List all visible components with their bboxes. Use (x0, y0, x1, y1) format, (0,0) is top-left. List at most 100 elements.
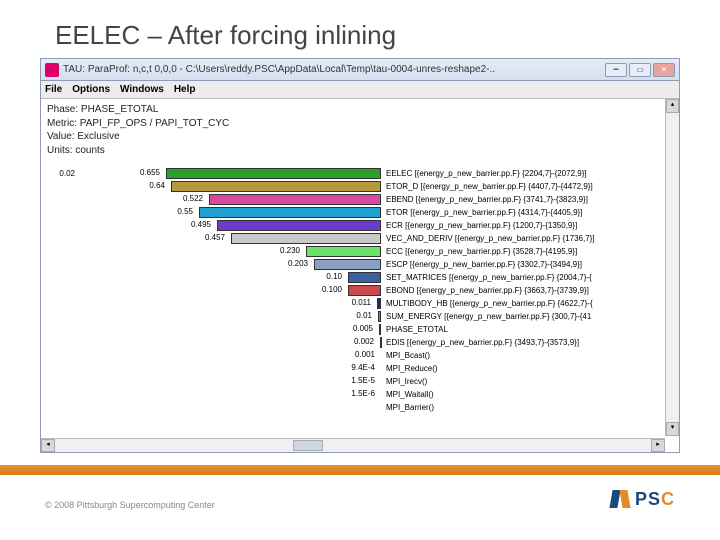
scroll-thumb[interactable] (293, 440, 323, 451)
metadata-block: Phase: PHASE_ETOTAL Metric: PAPI_FP_OPS … (41, 99, 679, 161)
bar-description: SET_MATRICES [{energy_p_new_barrier.pp.F… (386, 273, 675, 282)
profile-row[interactable]: MPI_Barrier() (41, 401, 679, 414)
footer-accent-bar (0, 465, 720, 475)
profile-row[interactable]: 9.4E-4 MPI_Reduce() (41, 362, 679, 375)
close-button[interactable]: ✕ (653, 63, 675, 77)
bar-description: EDIS [{energy_p_new_barrier.pp.F} {3493,… (386, 338, 675, 347)
bar-description: ETOR_D [{energy_p_new_barrier.pp.F} {440… (386, 182, 675, 191)
profile-bar[interactable] (348, 285, 381, 296)
meta-units: Units: counts (47, 144, 673, 158)
bar-value-label: 0.005 (335, 324, 373, 333)
menu-bar: File Options Windows Help (41, 81, 679, 99)
bar-description: ECR [{energy_p_new_barrier.pp.F} {1200,7… (386, 221, 675, 230)
profile-bar[interactable] (306, 246, 381, 257)
bar-value-label: 0.100 (304, 285, 342, 294)
bar-value-label: 1.5E-5 (337, 376, 375, 385)
bar-value-label: 0.655 (122, 168, 160, 177)
bar-value-label: 0.64 (127, 181, 165, 190)
profile-bar[interactable] (314, 259, 381, 270)
slide-title: EELEC – After forcing inlining (55, 20, 396, 51)
profile-row[interactable]: 0.203 ESCP [{energy_p_new_barrier.pp.F} {… (41, 258, 679, 271)
bar-value-label: 0.55 (155, 207, 193, 216)
app-icon (45, 63, 59, 77)
profile-bar[interactable] (199, 207, 381, 218)
profile-bar[interactable] (217, 220, 381, 231)
profile-bar[interactable] (171, 181, 381, 192)
profile-row[interactable]: 1.5E-5 MPI_Irecv() (41, 375, 679, 388)
profile-bar[interactable] (348, 272, 381, 283)
bar-value-label: 0.230 (262, 246, 300, 255)
menu-windows[interactable]: Windows (120, 84, 164, 95)
bar-description: SUM_ENERGY [{energy_p_new_barrier.pp.F} … (386, 312, 675, 321)
meta-metric: Metric: PAPI_FP_OPS / PAPI_TOT_CYC (47, 117, 673, 131)
bar-value-label: 0.203 (270, 259, 308, 268)
bar-description: MPI_Barrier() (386, 403, 675, 412)
bar-description: ETOR [{energy_p_new_barrier.pp.F} {4314,… (386, 208, 675, 217)
logo-text: PSC (635, 489, 675, 510)
bar-value-label: 0.495 (173, 220, 211, 229)
scroll-up-icon[interactable]: ▴ (666, 99, 679, 113)
bar-value-label: 1.5E-6 (337, 389, 375, 398)
bar-description: MPI_Reduce() (386, 364, 675, 373)
bar-value-label: 9.4E-4 (337, 363, 375, 372)
window-title: TAU: ParaProf: n,c,t 0,0,0 - C:\Users\re… (63, 64, 605, 75)
bar-description: MULTIBODY_HB [{energy_p_new_barrier.pp.F… (386, 299, 675, 308)
profile-row[interactable]: 0.655EELEC [{energy_p_new_barrier.pp.F} … (41, 167, 679, 180)
logo-mark-icon (609, 488, 631, 510)
bar-description: VEC_AND_DERIV [{energy_p_new_barrier.pp.… (386, 234, 675, 243)
profile-row[interactable]: 0.005PHASE_ETOTAL (41, 323, 679, 336)
meta-value: Value: Exclusive (47, 130, 673, 144)
bar-description: MPI_Irecv() (386, 377, 675, 386)
profile-bar[interactable] (377, 298, 381, 309)
profile-row[interactable]: 0.230 ECC [{energy_p_new_barrier.pp.F} {3… (41, 245, 679, 258)
profile-row[interactable]: 0.55 ETOR [{energy_p_new_barrier.pp.F} {4… (41, 206, 679, 219)
scroll-track[interactable] (666, 113, 679, 422)
profile-row[interactable]: 0.64 ETOR_D [{energy_p_new_barrier.pp.F} … (41, 180, 679, 193)
bar-description: ECC [{energy_p_new_barrier.pp.F} {3528,7… (386, 247, 675, 256)
bar-value-label: 0.011 (333, 298, 371, 307)
profile-row[interactable]: 0.001 MPI_Bcast() (41, 349, 679, 362)
profile-bar[interactable] (378, 311, 381, 322)
profile-bar[interactable] (379, 324, 381, 335)
scroll-right-icon[interactable]: ▸ (651, 439, 665, 452)
scroll-down-icon[interactable]: ▾ (666, 422, 679, 436)
bar-description: MPI_Waitall() (386, 390, 675, 399)
bar-value-label: 0.457 (187, 233, 225, 242)
profile-bar[interactable] (166, 168, 381, 179)
profile-bar[interactable] (380, 337, 382, 348)
app-window: TAU: ParaProf: n,c,t 0,0,0 - C:\Users\re… (40, 58, 680, 453)
profile-bar[interactable] (209, 194, 381, 205)
profile-row[interactable]: 0.011 MULTIBODY_HB [{energy_p_new_barrier… (41, 297, 679, 310)
profile-row[interactable]: 0.495 ECR [{energy_p_new_barrier.pp.F} {1… (41, 219, 679, 232)
bar-value-label: 0.522 (165, 194, 203, 203)
bar-value-label: 0.10 (304, 272, 342, 281)
menu-help[interactable]: Help (174, 84, 196, 95)
profile-chart: 0.02 0.655EELEC [{energy_p_new_barrier.p… (41, 161, 679, 429)
bar-value-label: 0.002 (336, 337, 374, 346)
bar-value-label: 0.001 (337, 350, 375, 359)
minimize-button[interactable]: ━ (605, 63, 627, 77)
meta-phase: Phase: PHASE_ETOTAL (47, 103, 673, 117)
profile-row[interactable]: 0.002 EDIS [{energy_p_new_barrier.pp.F} {… (41, 336, 679, 349)
profile-row[interactable]: 0.10 SET_MATRICES [{energy_p_new_barrier.… (41, 271, 679, 284)
scroll-left-icon[interactable]: ◂ (41, 439, 55, 452)
menu-options[interactable]: Options (72, 84, 110, 95)
menu-file[interactable]: File (45, 84, 62, 95)
horizontal-scrollbar[interactable]: ◂ ▸ (41, 438, 665, 452)
scroll-track-h[interactable] (55, 439, 651, 452)
bar-description: MPI_Bcast() (386, 351, 675, 360)
profile-bar[interactable] (231, 233, 381, 244)
profile-row[interactable]: 0.01 SUM_ENERGY [{energy_p_new_barrier.pp… (41, 310, 679, 323)
profile-row[interactable]: 0.522EBEND [{energy_p_new_barrier.pp.F} … (41, 193, 679, 206)
profile-row[interactable]: 1.5E-6 MPI_Waitall() (41, 388, 679, 401)
title-bar[interactable]: TAU: ParaProf: n,c,t 0,0,0 - C:\Users\re… (41, 59, 679, 81)
bar-value-label: 0.01 (334, 311, 372, 320)
copyright-text: © 2008 Pittsburgh Supercomputing Center (45, 500, 215, 510)
vertical-scrollbar[interactable]: ▴ ▾ (665, 99, 679, 436)
bar-description: ESCP [{energy_p_new_barrier.pp.F} {3302,… (386, 260, 675, 269)
profile-row[interactable]: 0.457 VEC_AND_DERIV [{energy_p_new_barrie… (41, 232, 679, 245)
profile-row[interactable]: 0.100 EBOND [{energy_p_new_barrier.pp.F} … (41, 284, 679, 297)
window-buttons: ━ ▭ ✕ (605, 63, 675, 77)
bar-description: EBOND [{energy_p_new_barrier.pp.F} {3663… (386, 286, 675, 295)
maximize-button[interactable]: ▭ (629, 63, 651, 77)
